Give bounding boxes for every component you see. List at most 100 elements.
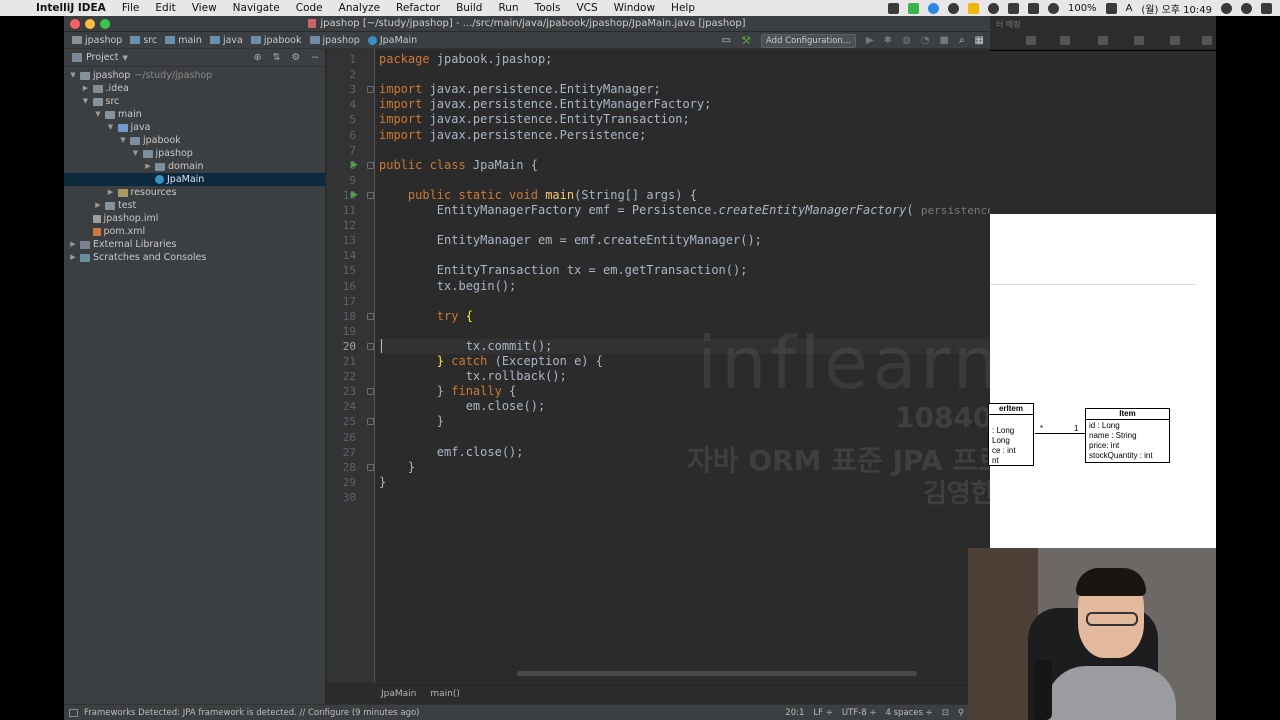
- minimize-window-button[interactable]: [85, 19, 95, 29]
- lock-icon[interactable]: ⊡: [942, 708, 949, 718]
- code-line[interactable]: import javax.persistence.EntityManager;: [379, 82, 661, 97]
- input-source[interactable]: A: [1126, 3, 1133, 14]
- line-number[interactable]: 2: [349, 67, 356, 82]
- code-line[interactable]: public static void main(String[] args) {: [379, 188, 697, 203]
- line-number[interactable]: 7: [349, 143, 356, 158]
- fold-marker-icon[interactable]: [367, 191, 374, 199]
- slides-tab-label[interactable]: 터 매핑: [996, 19, 1021, 30]
- notification-center-icon[interactable]: [1261, 2, 1272, 14]
- code-line[interactable]: }: [379, 475, 386, 490]
- code-area[interactable]: package jpabook.jpashop; import javax.per…: [379, 49, 990, 704]
- nav-crumb-src[interactable]: src: [126, 35, 161, 46]
- menu-window[interactable]: Window: [606, 2, 663, 14]
- fold-marker-icon[interactable]: [367, 342, 374, 350]
- breadcrumb-class[interactable]: JpaMain: [381, 689, 416, 699]
- cloud-icon[interactable]: [987, 2, 999, 14]
- line-number[interactable]: 24: [343, 399, 356, 414]
- code-line[interactable]: tx.begin();: [379, 279, 516, 294]
- nav-crumb-jpabook[interactable]: jpabook: [247, 35, 306, 46]
- shape-tool-icon[interactable]: [1060, 36, 1070, 45]
- code-editor[interactable]: 1 2 3 4 5 6 7 8 ▶ 9 10 ▶ 11 12 13 14 15 16 17 18 19 20 21 22 23 2…: [327, 49, 990, 704]
- breadcrumb-method[interactable]: main(): [430, 689, 460, 699]
- tree-node-jpashop[interactable]: ▼ jpashop: [64, 147, 325, 160]
- bluetooth-icon[interactable]: [1027, 2, 1039, 14]
- line-separator[interactable]: LF ÷: [813, 708, 832, 718]
- tree-node-jpashop-iml[interactable]: jpashop.iml: [64, 212, 325, 225]
- line-number[interactable]: 28: [343, 460, 356, 475]
- layout-icon[interactable]: ▭: [722, 35, 731, 46]
- sync-icon[interactable]: [927, 2, 939, 14]
- status-message[interactable]: Frameworks Detected: JPA framework is de…: [84, 708, 420, 718]
- line-number[interactable]: 30: [343, 490, 356, 505]
- chevron-down-icon[interactable]: ▼: [93, 108, 103, 121]
- chevron-down-icon[interactable]: ▼: [131, 147, 141, 160]
- fold-marker-icon[interactable]: [367, 161, 374, 169]
- chevron-down-icon[interactable]: ▼: [106, 121, 116, 134]
- code-line[interactable]: EntityTransaction tx = em.getTransaction…: [379, 263, 748, 278]
- code-line[interactable]: em.close();: [379, 399, 545, 414]
- line-number[interactable]: 18: [343, 309, 356, 324]
- fold-marker-icon[interactable]: [367, 388, 374, 396]
- project-view-selector[interactable]: Project: [86, 52, 119, 63]
- profile-icon[interactable]: ◔: [921, 35, 930, 46]
- chevron-right-icon[interactable]: ▶: [68, 251, 78, 264]
- code-line[interactable]: import javax.persistence.EntityManagerFa…: [379, 97, 711, 112]
- debug-icon[interactable]: ✱: [884, 35, 892, 46]
- line-number[interactable]: 20: [343, 339, 356, 354]
- hide-panel-icon[interactable]: −: [311, 52, 319, 63]
- indent-setting[interactable]: 4 spaces ÷: [885, 708, 932, 718]
- coverage-icon[interactable]: ◍: [902, 35, 911, 46]
- line-number[interactable]: 6: [349, 128, 356, 143]
- info-icon[interactable]: [947, 2, 959, 14]
- line-number[interactable]: 1: [349, 52, 356, 67]
- tree-node-resources[interactable]: ▶ resources: [64, 186, 325, 199]
- line-number[interactable]: 23: [343, 384, 356, 399]
- chevron-right-icon[interactable]: ▶: [143, 160, 153, 173]
- menu-help[interactable]: Help: [663, 2, 703, 14]
- line-number[interactable]: 17: [343, 294, 356, 309]
- tree-node-jpashop[interactable]: ▼ jpashop ~/study/jpashop: [64, 69, 325, 82]
- chevron-right-icon[interactable]: ▶: [68, 238, 78, 251]
- shield-icon[interactable]: [967, 2, 979, 14]
- wifi-icon[interactable]: [1047, 2, 1059, 14]
- menu-code[interactable]: Code: [288, 2, 331, 14]
- chevron-down-icon[interactable]: ▼: [81, 95, 91, 108]
- tool-windows-icon[interactable]: [69, 708, 78, 717]
- line-number[interactable]: 4: [349, 97, 356, 112]
- line-number[interactable]: 5: [349, 112, 356, 127]
- run-gutter-icon[interactable]: ▶: [351, 160, 358, 170]
- nav-crumb-jpamain[interactable]: JpaMain: [364, 35, 421, 46]
- nav-crumb-jpashop[interactable]: jpashop: [306, 35, 364, 46]
- tree-node-idea[interactable]: ▶ .idea: [64, 82, 325, 95]
- code-line[interactable]: import javax.persistence.EntityTransacti…: [379, 112, 690, 127]
- project-structure-icon[interactable]: ▦: [975, 35, 984, 46]
- fold-marker-icon[interactable]: [367, 418, 374, 426]
- menu-navigate[interactable]: Navigate: [225, 2, 288, 14]
- chevron-right-icon[interactable]: ▶: [106, 186, 116, 199]
- run-icon[interactable]: ▶: [866, 35, 874, 46]
- tree-node-src[interactable]: ▼ src: [64, 95, 325, 108]
- app-menu[interactable]: IntelliJ IDEA: [26, 2, 114, 14]
- code-line[interactable]: try {: [379, 309, 473, 324]
- code-line[interactable]: }: [379, 460, 415, 475]
- menu-edit[interactable]: Edit: [147, 2, 183, 14]
- fold-marker-icon[interactable]: [367, 312, 374, 320]
- uml-class-item[interactable]: Item id : Long name : String price: int sto…: [1085, 408, 1170, 463]
- line-number[interactable]: 12: [343, 218, 356, 233]
- menu-vcs[interactable]: VCS: [568, 2, 605, 14]
- chevron-down-icon[interactable]: ▼: [123, 54, 128, 62]
- close-window-button[interactable]: [70, 19, 80, 29]
- locate-target-icon[interactable]: ⊕: [254, 52, 262, 63]
- line-number[interactable]: 9: [349, 173, 356, 188]
- code-line[interactable]: }: [379, 414, 444, 429]
- tree-node-domain[interactable]: ▶ domain: [64, 160, 325, 173]
- code-line[interactable]: } catch (Exception e) {: [379, 354, 603, 369]
- line-number[interactable]: 14: [343, 248, 356, 263]
- pen-tool-icon[interactable]: [1098, 36, 1108, 45]
- fold-marker-icon[interactable]: [367, 463, 374, 471]
- slide-canvas[interactable]: erItem : Long Long ce : int nt * 1 Item id …: [988, 214, 1216, 549]
- tree-node-jpamain[interactable]: JpaMain: [64, 173, 325, 186]
- chevron-right-icon[interactable]: ▶: [81, 82, 91, 95]
- tree-node-jpabook[interactable]: ▼ jpabook: [64, 134, 325, 147]
- collapse-all-icon[interactable]: ⇅: [273, 52, 281, 63]
